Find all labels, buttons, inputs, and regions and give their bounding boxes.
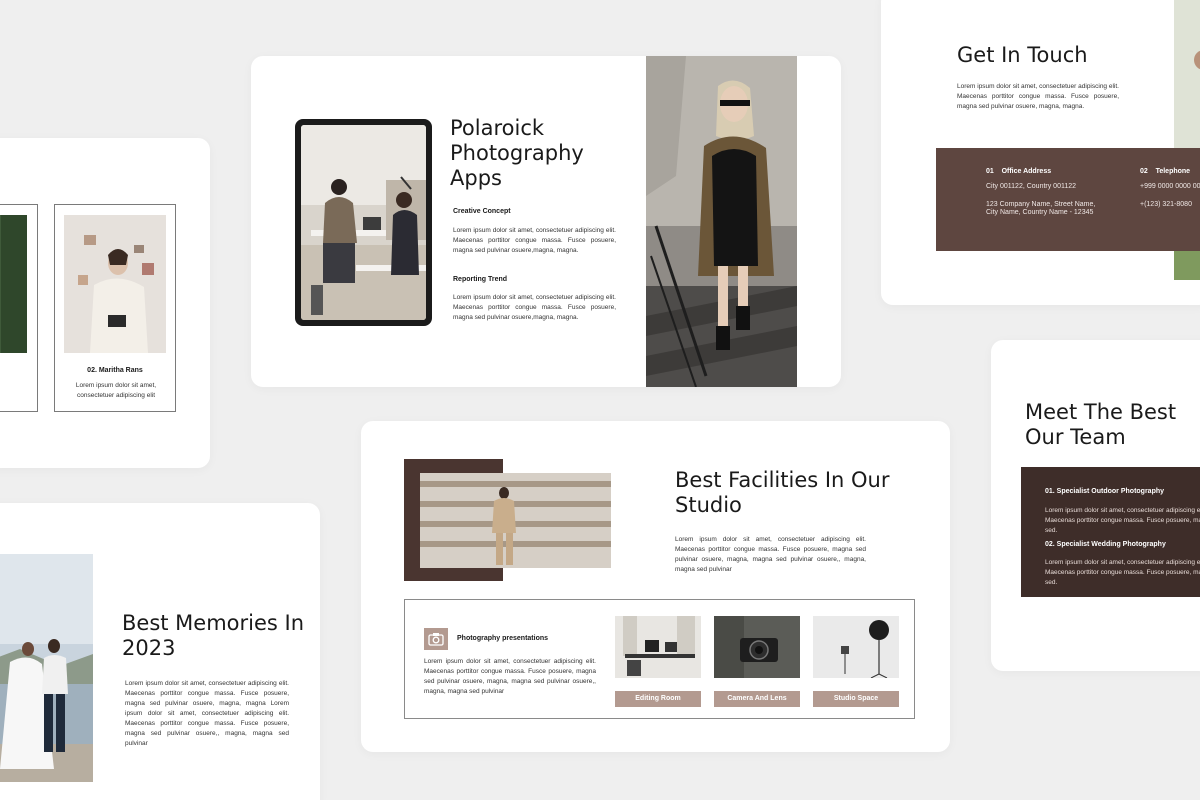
tag-editing-room[interactable]: Editing Room	[615, 691, 701, 707]
office-heading: Office Address	[1001, 168, 1052, 175]
facilities-box: Photography presentations Lorem ipsum do…	[404, 599, 915, 719]
slide-facilities[interactable]: Best Facilities In Our Studio Lorem ipsu…	[361, 421, 950, 752]
slide-memories[interactable]: Best Memories In 2023 Lorem ipsum dolor …	[0, 503, 320, 800]
team-item-body: Lorem ipsum dolor sit amet, consectetuer…	[1045, 559, 1200, 586]
wedding-photo	[0, 554, 93, 782]
slide-title: Best Facilities In Our Studio	[675, 468, 890, 517]
slide-team-cards[interactable]: o 02. Maritha Rans Lorem ipsum dolor sit…	[0, 138, 210, 468]
tag-camera-and-lens[interactable]: Camera And Lens	[714, 691, 800, 707]
editing-room-photo	[615, 616, 701, 678]
slide-contact[interactable]: Get In Touch Lorem ipsum dolor sit amet,…	[881, 0, 1200, 305]
section-heading: Creative Concept	[453, 208, 511, 215]
slide-polaroick[interactable]: Polaroick Photography Apps Creative Conc…	[251, 56, 841, 387]
contact-intro: Lorem ipsum dolor sit amet, consectetuer…	[957, 83, 1119, 110]
box-heading: Photography presentations	[457, 635, 549, 642]
camera-icon	[424, 628, 448, 650]
team-band: 01. Specialist Outdoor Photography Lorem…	[1021, 467, 1200, 597]
section-body: Lorem ipsum dolor sit amet, consectetuer…	[453, 294, 616, 321]
contact-band: 01 Office Address City 001122, Country 0…	[936, 148, 1200, 251]
tablet-mockup	[295, 119, 432, 326]
office-photo	[301, 125, 426, 320]
camera-lens-photo	[714, 616, 800, 678]
slide-team[interactable]: Meet The Best Our Team 01. Specialist Ou…	[991, 340, 1200, 671]
team-card: o	[0, 204, 38, 412]
slide-title: Get In Touch	[957, 43, 1088, 67]
office-line: City Name, Country Name - 12345	[986, 209, 1094, 216]
team-item-heading: 01. Specialist Outdoor Photography	[1045, 488, 1165, 495]
slide-title: Polaroick Photography Apps	[450, 116, 584, 190]
member-description: Lorem ipsum dolor sit amet, consectetuer…	[75, 382, 157, 399]
phone-line: +999 0000 0000 00	[1140, 183, 1200, 190]
slide-title: Best Memories In 2023	[122, 611, 305, 660]
member-name: 02. Maritha Rans	[87, 367, 143, 374]
building-photo	[420, 473, 611, 568]
office-line: City 001122, Country 001122	[986, 183, 1077, 190]
facilities-intro: Lorem ipsum dolor sit amet, consectetuer…	[675, 536, 866, 573]
tag-studio-space[interactable]: Studio Space	[813, 691, 899, 707]
office-number: 01	[986, 168, 994, 175]
team-item-body: Lorem ipsum dolor sit amet, consectetuer…	[1045, 507, 1200, 534]
box-body: Lorem ipsum dolor sit amet, consectetuer…	[424, 658, 596, 695]
team-card: 02. Maritha Rans Lorem ipsum dolor sit a…	[54, 204, 176, 412]
woman-stairs-photo	[646, 56, 797, 387]
memories-body: Lorem ipsum dolor sit amet, consectetuer…	[125, 680, 289, 747]
phone-line: +(123) 321-8080	[1140, 201, 1192, 208]
team-item-heading: 02. Specialist Wedding Photography	[1045, 541, 1166, 548]
member-photo	[64, 215, 166, 353]
phone-heading: Telephone	[1155, 168, 1191, 175]
member-photo	[0, 215, 27, 353]
studio-space-photo	[813, 616, 899, 678]
section-body: Lorem ipsum dolor sit amet, consectetuer…	[453, 227, 616, 254]
slide-title: Meet The Best Our Team	[1025, 400, 1177, 449]
section-heading: Reporting Trend	[453, 276, 508, 283]
phone-number: 02	[1140, 168, 1148, 175]
